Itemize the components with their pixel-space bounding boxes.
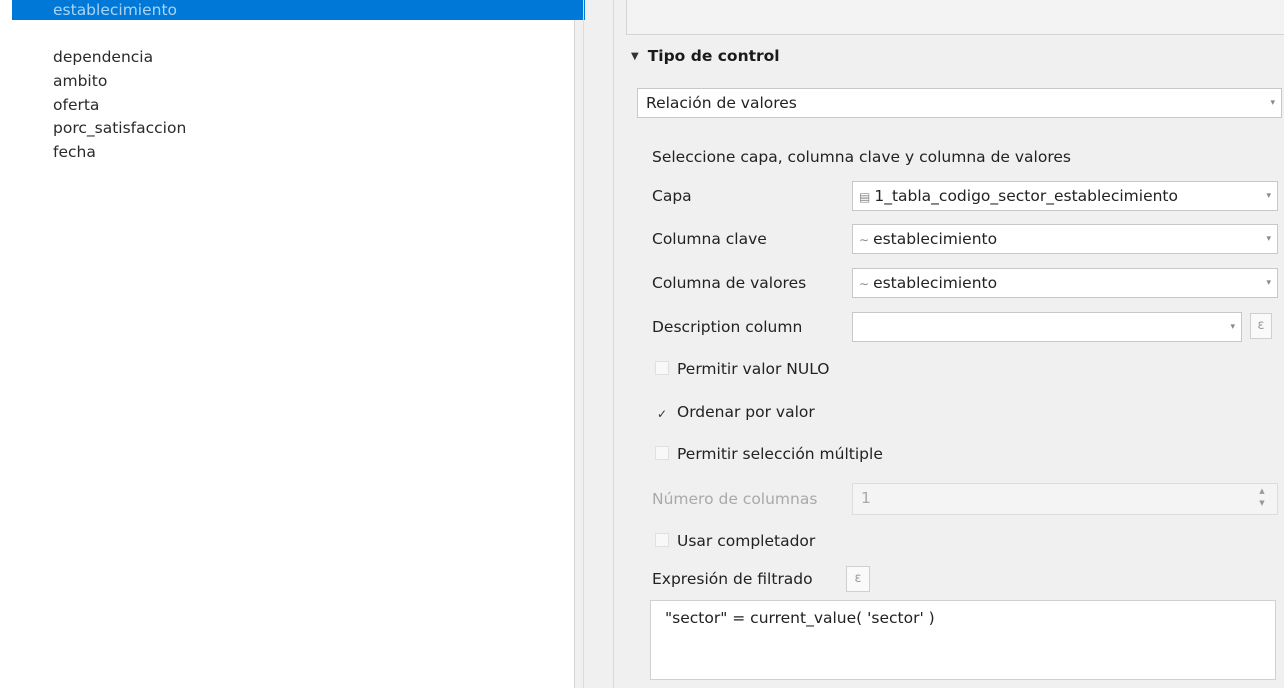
section-title: Tipo de control xyxy=(647,47,780,65)
text-field-icon: ∼ xyxy=(859,277,870,291)
chevron-down-icon: ▾ xyxy=(1266,278,1271,288)
order-by-value-label: Ordenar por valor xyxy=(677,403,815,421)
key-column-label: Columna clave xyxy=(652,230,767,248)
allow-multi-label: Permitir selección múltiple xyxy=(677,445,883,463)
layer-value: 1_tabla_codigo_sector_establecimiento xyxy=(874,187,1178,205)
columns-count-value: 1 xyxy=(861,489,871,507)
allow-null-checkbox[interactable]: Permitir valor NULO xyxy=(655,360,830,378)
columns-count-spinbox[interactable]: 1 ▲ ▼ xyxy=(852,483,1278,515)
description-column-combo[interactable]: ▾ xyxy=(852,312,1242,342)
field-label: oferta xyxy=(53,96,100,114)
triangle-down-icon[interactable]: ▼ xyxy=(631,51,639,62)
field-item-porc-satisfaccion[interactable]: porc_satisfaccion xyxy=(12,118,586,138)
columns-count-label: Número de columnas xyxy=(652,490,818,508)
epsilon-icon[interactable]: ε xyxy=(1250,313,1272,339)
filter-expression-editor[interactable]: "sector" = current_value( 'sector' ) xyxy=(650,600,1276,680)
allow-null-label: Permitir valor NULO xyxy=(677,360,830,378)
field-item-ambito[interactable]: ambito xyxy=(12,71,586,91)
instructions-text: Seleccione capa, columna clave y columna… xyxy=(652,148,1071,166)
field-label: porc_satisfaccion xyxy=(53,119,187,137)
field-item-establecimiento[interactable]: establecimiento xyxy=(12,0,585,20)
epsilon-icon[interactable]: ε xyxy=(846,566,870,592)
value-column-combo[interactable]: ∼ establecimiento ▾ xyxy=(852,268,1278,298)
chevron-down-icon: ▾ xyxy=(1266,191,1271,201)
table-icon: ▤ xyxy=(859,190,871,204)
chevron-down-icon: ▾ xyxy=(1266,234,1271,244)
field-item-dependencia[interactable]: dependencia xyxy=(12,47,586,67)
checkbox-icon[interactable] xyxy=(655,446,669,460)
widget-type-combo[interactable]: Relación de valores ▾ xyxy=(637,88,1282,118)
spin-arrows-icon[interactable]: ▲ ▼ xyxy=(1257,485,1267,513)
field-label: dependencia xyxy=(53,48,154,66)
filter-expression-text: "sector" = current_value( 'sector' ) xyxy=(665,609,935,627)
previous-section-box xyxy=(626,0,1284,35)
layer-combo[interactable]: ▤ 1_tabla_codigo_sector_establecimiento ▾ xyxy=(852,181,1278,211)
value-column-value: establecimiento xyxy=(873,274,998,292)
checkbox-icon[interactable] xyxy=(655,533,669,547)
description-column-label: Description column xyxy=(652,318,803,336)
use-completer-checkbox[interactable]: Usar completador xyxy=(655,532,815,550)
section-header-tipo-de-control[interactable]: ▼ Tipo de control xyxy=(631,47,780,65)
checkmark-icon[interactable]: ✓ xyxy=(655,407,669,421)
value-column-label: Columna de valores xyxy=(652,274,807,292)
chevron-down-icon: ▾ xyxy=(1230,322,1235,332)
order-by-value-checkbox[interactable]: ✓ Ordenar por valor xyxy=(655,403,815,421)
filter-expression-label: Expresión de filtrado xyxy=(652,570,813,588)
widget-type-value: Relación de valores xyxy=(646,94,797,112)
panel-divider xyxy=(613,0,614,688)
field-label: establecimiento xyxy=(53,1,178,19)
key-column-value: establecimiento xyxy=(873,230,998,248)
key-column-combo[interactable]: ∼ establecimiento ▾ xyxy=(852,224,1278,254)
chevron-down-icon: ▾ xyxy=(1270,98,1275,108)
use-completer-label: Usar completador xyxy=(677,532,816,550)
text-field-icon: ∼ xyxy=(859,233,870,247)
field-label: ambito xyxy=(53,72,108,90)
field-label: fecha xyxy=(53,143,96,161)
field-list: establecimiento dependencia ambito ofert… xyxy=(0,0,585,688)
splitter[interactable] xyxy=(583,0,584,688)
allow-multi-checkbox[interactable]: Permitir selección múltiple xyxy=(655,445,883,463)
field-item-oferta[interactable]: oferta xyxy=(12,95,586,115)
layer-label: Capa xyxy=(652,187,692,205)
checkbox-icon[interactable] xyxy=(655,361,669,375)
field-item-fecha[interactable]: fecha xyxy=(12,142,586,162)
